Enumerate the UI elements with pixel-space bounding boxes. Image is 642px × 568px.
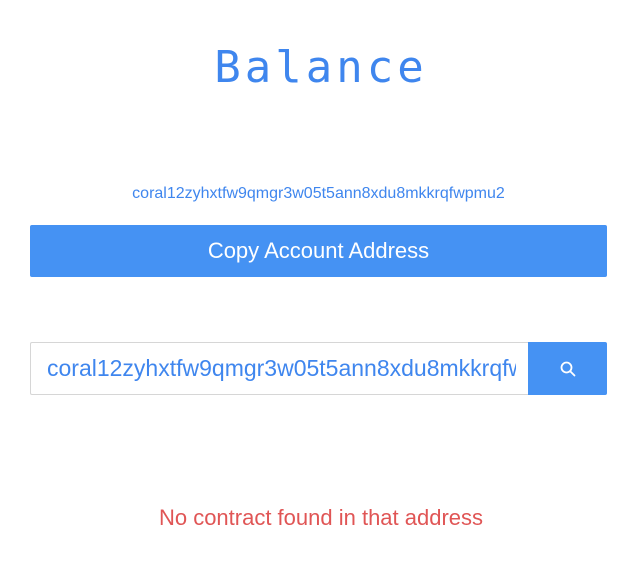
balance-page: Balance coral12zyhxtfw9qmgr3w05t5ann8xdu… (0, 0, 642, 568)
no-contract-message: No contract found in that address (158, 505, 484, 530)
address-search-bar (30, 342, 607, 395)
page-title: Balance (214, 42, 428, 93)
search-icon (560, 361, 576, 377)
address-search-input[interactable] (30, 342, 528, 395)
search-button[interactable] (528, 342, 607, 395)
account-address: coral12zyhxtfw9qmgr3w05t5ann8xdu8mkkrqfw… (132, 185, 505, 202)
copy-address-button[interactable]: Copy Account Address (30, 225, 607, 277)
